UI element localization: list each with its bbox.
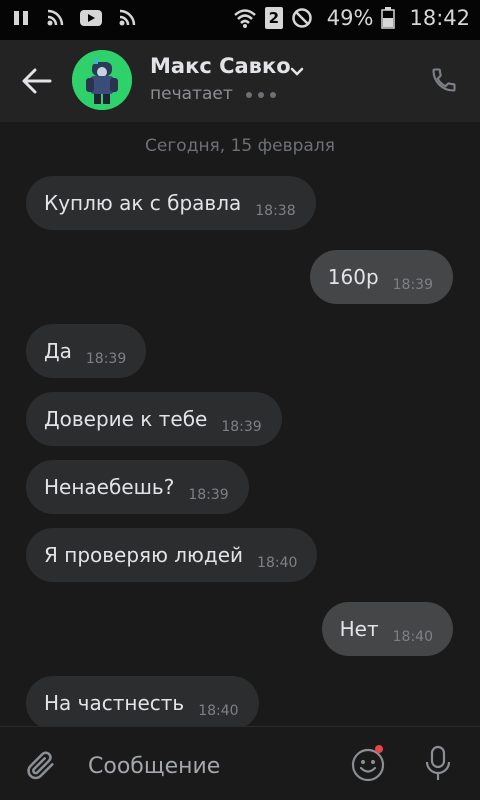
message-text: 160р (327, 265, 379, 289)
typing-status: печатает (150, 84, 233, 104)
message-text: Куплю ак с бравла (44, 191, 242, 215)
microphone-icon (425, 745, 451, 780)
avatar[interactable] (72, 50, 132, 110)
message-text: Да (44, 339, 72, 363)
message-bubble-incoming[interactable]: Доверие к тебе 18:39 (26, 392, 282, 446)
notification-dot (375, 745, 383, 753)
message-text: Доверие к тебе (44, 407, 208, 431)
message-bubble-incoming[interactable]: Я проверяю людей 18:40 (26, 528, 318, 582)
message-text: На частнесть (44, 691, 185, 715)
chevron-down-icon[interactable] (290, 62, 304, 81)
battery-percent: 49% (326, 6, 374, 30)
emoji-button[interactable] (350, 747, 386, 787)
attach-button[interactable] (24, 747, 58, 787)
rss-icon (118, 9, 136, 27)
voice-message-button[interactable] (424, 745, 452, 787)
rss-icon (46, 9, 64, 27)
arrow-left-icon (22, 68, 52, 94)
message-text: Ненаебешь? (44, 475, 175, 499)
pause-icon (12, 9, 30, 27)
chat-header: Макс Савко печатает (0, 40, 480, 122)
date-separator: Сегодня, 15 февраля (145, 136, 335, 156)
clock: 18:42 (409, 6, 470, 30)
sim-badge: 2 (264, 7, 283, 29)
message-input[interactable] (86, 747, 330, 785)
message-text: Нет (339, 617, 379, 641)
call-button[interactable] (430, 66, 458, 98)
message-list[interactable]: Сегодня, 15 февраля Куплю ак с бравла 18… (0, 122, 480, 726)
message-bubble-incoming[interactable]: На частнесть 18:40 (26, 676, 259, 726)
message-time: 18:40 (198, 703, 239, 719)
phone-icon (432, 68, 456, 92)
message-bubble-incoming[interactable]: Куплю ак с бравла 18:38 (26, 176, 316, 230)
back-button[interactable] (20, 64, 54, 98)
contact-name[interactable]: Макс Савко (150, 54, 291, 78)
message-time: 18:39 (221, 419, 262, 435)
message-bubble-incoming[interactable]: Да 18:39 (26, 324, 147, 378)
battery-icon (381, 7, 396, 29)
do-not-disturb-icon (291, 7, 313, 29)
paperclip-icon (27, 751, 54, 780)
message-time: 18:39 (392, 277, 433, 293)
wifi-icon (233, 7, 257, 29)
message-time: 18:40 (392, 629, 433, 645)
message-bubble-incoming[interactable]: Ненаебешь? 18:39 (26, 460, 249, 514)
message-time: 18:39 (85, 351, 127, 367)
message-time: 18:39 (188, 487, 229, 503)
composer-bar (0, 726, 480, 800)
status-bar: 2 49% 18:42 (0, 0, 480, 40)
message-time: 18:38 (255, 203, 296, 219)
message-time: 18:40 (257, 555, 298, 571)
message-text: Я проверяю людей (44, 543, 244, 567)
message-bubble-outgoing[interactable]: 160р 18:39 (309, 250, 453, 304)
typing-indicator (246, 92, 276, 98)
message-bubble-outgoing[interactable]: Нет 18:40 (321, 602, 453, 656)
youtube-icon (80, 10, 102, 26)
